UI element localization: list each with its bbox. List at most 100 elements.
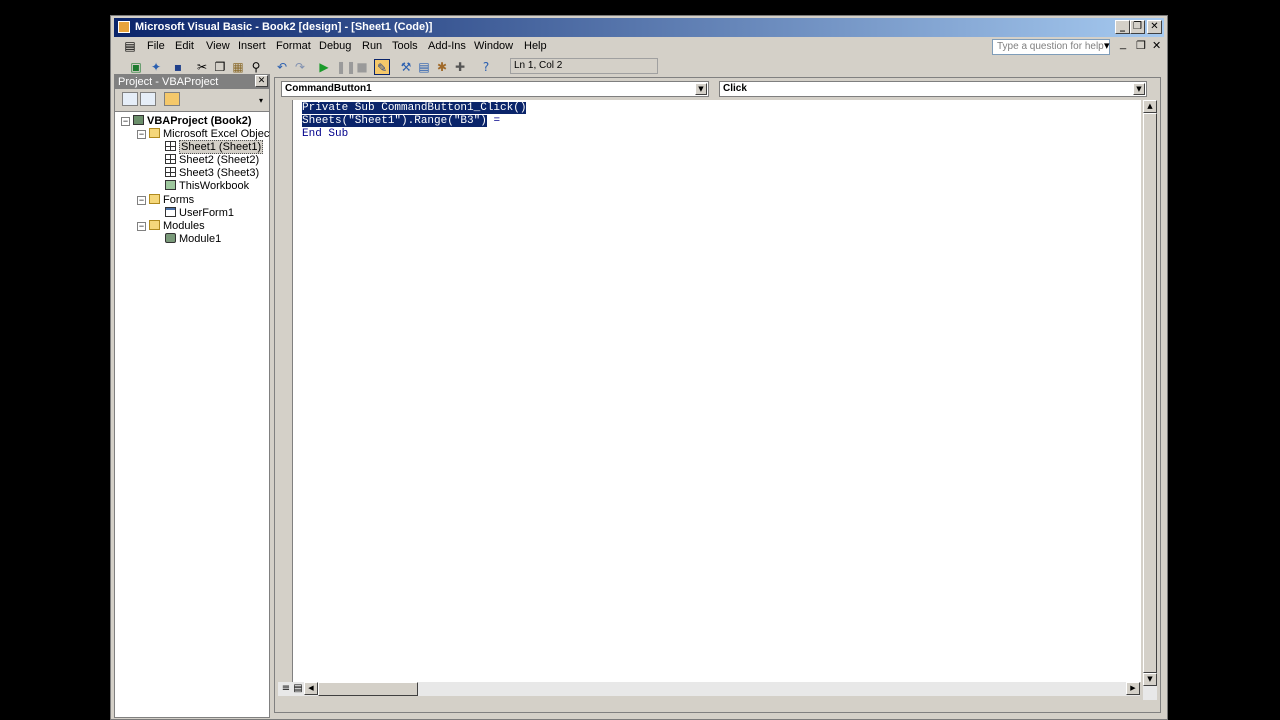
help-icon[interactable]: ? [478, 59, 494, 75]
title-bar[interactable]: Microsoft Visual Basic - Book2 [design] … [114, 18, 1164, 37]
toggle-folders-icon[interactable] [164, 92, 180, 106]
menu-edit[interactable]: Edit [175, 40, 194, 52]
worksheet-icon [165, 154, 176, 164]
tree-node-label: Sheet3 (Sheet3) [179, 167, 260, 179]
procedure-combo[interactable]: Click ▼ [719, 81, 1147, 97]
project-explorer-icon[interactable]: ⚒ [398, 59, 414, 75]
code-editor[interactable]: Private Sub CommandButton1_Click() Sheet… [293, 100, 1141, 682]
excel-view-icon[interactable]: ▣ [128, 59, 144, 75]
worksheet-icon [165, 167, 176, 177]
redo-icon[interactable]: ↷ [292, 59, 308, 75]
save-icon[interactable]: ▪ [170, 59, 186, 75]
menu-debug[interactable]: Debug [319, 40, 351, 52]
cut-icon[interactable]: ✂ [194, 59, 210, 75]
undo-icon[interactable]: ↶ [274, 59, 290, 75]
menu-bar: ▤ File Edit View Insert Format Debug Run… [114, 37, 1164, 57]
menu-tools[interactable]: Tools [392, 40, 418, 52]
menu-run[interactable]: Run [362, 40, 382, 52]
project-explorer-close-icon[interactable]: ✕ [255, 75, 268, 87]
userform-icon [165, 207, 176, 217]
run-icon[interactable]: ▶ [316, 59, 332, 75]
find-icon[interactable]: ⚲ [248, 59, 264, 75]
tree-node-label: VBAProject (Book2) [147, 115, 252, 127]
tree-node-vbaproject[interactable]: VBAProject (Book2) [133, 115, 252, 127]
code-line-3-text: End Sub [302, 128, 349, 140]
scroll-right-icon[interactable]: ▶ [1126, 682, 1140, 695]
mdi-close-button[interactable]: ✕ [1152, 39, 1161, 52]
horizontal-scroll-thumb[interactable] [318, 682, 418, 696]
design-mode-icon[interactable]: ✎ [374, 59, 390, 75]
vertical-scrollbar[interactable]: ▲ ▼ [1143, 100, 1157, 700]
tree-node-label: ThisWorkbook [179, 180, 250, 192]
object-combo[interactable]: CommandButton1 ▼ [281, 81, 709, 97]
object-combo-value: CommandButton1 [285, 83, 372, 94]
tree-node-userform1[interactable]: UserForm1 [165, 207, 234, 219]
menu-add-ins[interactable]: Add-Ins [428, 40, 466, 52]
help-search-input[interactable]: Type a question for help [992, 39, 1110, 55]
cursor-position: Ln 1, Col 2 [510, 58, 658, 74]
project-explorer-title: Project - VBAProject [118, 76, 219, 88]
panel-toolbar-chevron-icon[interactable]: ▾ [253, 93, 269, 109]
reset-icon[interactable]: ■ [354, 59, 370, 75]
procedure-combo-arrow-icon[interactable]: ▼ [1133, 83, 1145, 95]
tree-node-label: Module1 [179, 233, 222, 245]
tree-node-module1[interactable]: Module1 [165, 233, 221, 245]
expander-modules[interactable]: − [137, 222, 146, 231]
tree-node-thisworkbook[interactable]: ThisWorkbook [165, 180, 249, 192]
tree-node-label: UserForm1 [179, 207, 235, 219]
tree-node-modules[interactable]: Modules [149, 220, 205, 232]
menu-insert[interactable]: Insert [238, 40, 266, 52]
scroll-left-icon[interactable]: ◀ [304, 682, 318, 695]
tree-node-label: Modules [163, 220, 205, 232]
code-line-2[interactable]: Sheets("Sheet1").Range("B3") = [302, 115, 500, 127]
close-button[interactable]: ✕ [1147, 20, 1162, 34]
code-line-3[interactable]: End Sub [302, 128, 348, 140]
horizontal-scrollbar[interactable]: ≡ ▤ ◀ ▶ [278, 682, 1140, 696]
project-explorer-header[interactable]: Project - VBAProject ✕ [115, 75, 269, 89]
project-tree: − VBAProject (Book2) − Microsoft Excel O… [115, 112, 278, 717]
tree-node-sheet3[interactable]: Sheet3 (Sheet3) [165, 167, 259, 179]
code-window-icon[interactable]: ▤ [122, 38, 138, 54]
minimize-button[interactable]: _ [1115, 20, 1130, 34]
view-object-icon[interactable] [140, 92, 156, 106]
code-line-2-selected: Sheets("Sheet1").Range("B3") [302, 115, 487, 127]
scroll-up-icon[interactable]: ▲ [1143, 100, 1157, 113]
vertical-scroll-thumb[interactable] [1143, 113, 1157, 673]
margin-indicator-bar[interactable] [278, 100, 293, 682]
object-browser-icon[interactable]: ✱ [434, 59, 450, 75]
menu-help[interactable]: Help [524, 40, 547, 52]
help-dropdown-icon[interactable]: ▾ [1104, 39, 1110, 52]
insert-object-icon[interactable]: ✦ [148, 59, 164, 75]
menu-format[interactable]: Format [276, 40, 311, 52]
tree-node-sheet2[interactable]: Sheet2 (Sheet2) [165, 154, 259, 166]
worksheet-icon [165, 141, 176, 151]
tree-node-label: Sheet1 (Sheet1) [179, 140, 264, 154]
tree-node-excel-objects[interactable]: Microsoft Excel Objects [149, 128, 278, 140]
tree-node-label: Sheet2 (Sheet2) [179, 154, 260, 166]
tree-node-label: Forms [163, 194, 195, 206]
view-code-icon[interactable] [122, 92, 138, 106]
expander-excel-objects[interactable]: − [137, 130, 146, 139]
expander-root[interactable]: − [121, 117, 130, 126]
menu-file[interactable]: File [147, 40, 165, 52]
copy-icon[interactable]: ❐ [212, 59, 228, 75]
folder-open-icon [149, 220, 160, 230]
code-line-1[interactable]: Private Sub CommandButton1_Click() [302, 102, 527, 114]
restore-button[interactable]: ❐ [1130, 20, 1145, 34]
workbook-icon [165, 180, 176, 190]
properties-window-icon[interactable]: ▤ [416, 59, 432, 75]
object-combo-arrow-icon[interactable]: ▼ [695, 83, 707, 95]
menu-window[interactable]: Window [474, 40, 513, 52]
paste-icon[interactable]: ▦ [230, 59, 246, 75]
expander-forms[interactable]: − [137, 196, 146, 205]
break-icon[interactable]: ❚❚ [336, 59, 356, 75]
tree-node-label: Microsoft Excel Objects [163, 128, 278, 140]
menu-view[interactable]: View [206, 40, 230, 52]
mdi-minimize-button[interactable]: _ [1120, 38, 1126, 50]
scroll-down-icon[interactable]: ▼ [1143, 673, 1157, 686]
toolbox-icon[interactable]: ✚ [452, 59, 468, 75]
tree-node-forms[interactable]: Forms [149, 194, 194, 206]
mdi-restore-button[interactable]: ❐ [1136, 39, 1146, 52]
tree-node-sheet1[interactable]: Sheet1 (Sheet1) [165, 140, 264, 154]
project-explorer: Project - VBAProject ✕ ▾ − VBAProject (B… [114, 74, 278, 718]
